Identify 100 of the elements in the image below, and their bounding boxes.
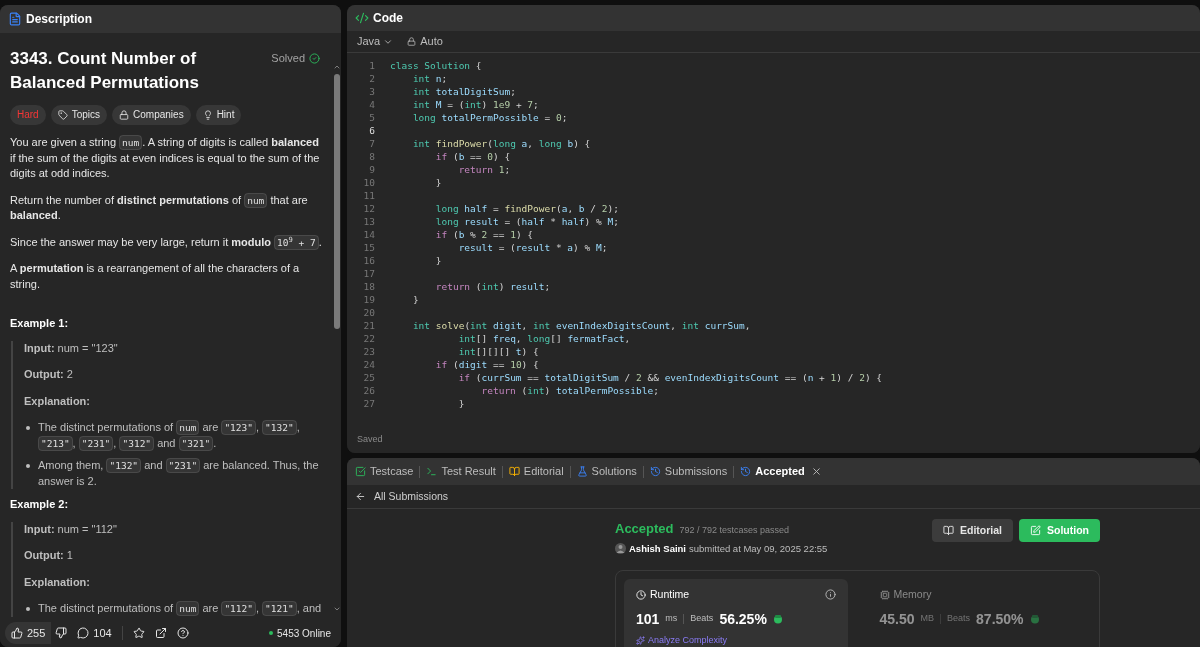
tag-button[interactable]: Topics [50, 105, 108, 125]
analyze-complexity-link[interactable]: Analyze Complexity [636, 633, 836, 647]
share-icon[interactable] [154, 627, 167, 639]
star-icon[interactable] [132, 627, 145, 639]
back-link[interactable]: All Submissions [355, 488, 449, 505]
terminal-icon [426, 466, 438, 477]
stat-value: 45.50 [879, 609, 915, 629]
code-line: long result = (half * half) % M; [434, 215, 619, 228]
bottom-tab[interactable]: Editorial [508, 463, 564, 480]
code-line: long half = findPower(a, b / 2); [434, 202, 619, 215]
beats-label: Beats [947, 612, 971, 626]
avatar [615, 543, 626, 555]
line-number: 13 [362, 215, 376, 228]
scroll-down-icon[interactable] [332, 605, 341, 613]
bottom-tab[interactable]: Accepted [740, 463, 822, 480]
scroll-up-icon[interactable] [332, 63, 341, 71]
bottom-tab[interactable]: Submissions [649, 463, 728, 480]
line-number: 2 [368, 72, 376, 85]
sparkles-icon [636, 635, 645, 645]
author-name[interactable]: Ashish Saini [629, 541, 686, 556]
line-number: 8 [368, 150, 376, 163]
stat-unit: ms [665, 612, 678, 626]
code-line: if (digit == 10) { [434, 358, 539, 371]
bottom-tab[interactable]: Test Result [426, 463, 496, 480]
line-number: 16 [362, 254, 376, 267]
line-number: 7 [368, 137, 376, 150]
output-example-text: Output: 2 [24, 367, 74, 382]
comments-button[interactable]: 104 [77, 624, 112, 642]
help-icon[interactable] [176, 627, 189, 639]
thumbs-down-icon[interactable] [55, 627, 68, 639]
check-circle-icon [309, 53, 320, 65]
like-button[interactable]: 255 [5, 622, 52, 644]
code-line: } [434, 254, 442, 267]
editorial-button[interactable]: Editorial [932, 519, 1013, 542]
line-number: 9 [368, 163, 376, 176]
bottom-tab[interactable]: Solutions [576, 463, 637, 480]
stat-unit: MB [920, 612, 935, 626]
saved-status: Saved [357, 433, 383, 447]
chip-icon [879, 589, 890, 600]
code-icon [355, 11, 369, 25]
input-example-text: Input: num = "123" [24, 340, 119, 356]
arrow-left-icon [355, 491, 366, 502]
flask-icon [576, 466, 588, 477]
code-line: int M = (int) 1e9 + 7; [411, 98, 539, 111]
beats-label: Beats [690, 612, 714, 626]
history-icon [740, 466, 752, 477]
explanation-label: Explanation: [24, 574, 91, 590]
testcases-passed: 792 / 792 testcases passed [679, 524, 790, 537]
submitted-time: submitted at May 09, 2025 22:55 [689, 541, 828, 556]
line-number: 23 [362, 345, 376, 358]
tag-button[interactable]: Companies [112, 105, 191, 125]
line-number: 19 [362, 293, 376, 306]
stat-title: Memory [879, 586, 932, 603]
code-line: result = (result * a) % M; [457, 241, 608, 254]
difficulty-badge: Hard [10, 105, 46, 125]
code-line: int solve(int digit, int evenIndexDigitsCount, int currSum, [411, 319, 751, 332]
code-line: int[][][] t) { [457, 345, 539, 358]
checkbox-icon [355, 466, 366, 477]
code-line: if (b == 0) { [434, 150, 511, 163]
info-icon[interactable] [824, 589, 836, 601]
code-line: int totalDigitSum; [411, 85, 516, 98]
lock-icon [119, 110, 130, 120]
line-number: 25 [362, 371, 376, 384]
code-line: } [457, 397, 465, 410]
stat-card[interactable]: Runtime 101 ms Beats 56.25% Analyze Complexity [624, 578, 848, 647]
close-icon[interactable] [810, 466, 822, 477]
code-line: } [411, 293, 419, 306]
input-example-text: Input: num = "112" [24, 521, 118, 537]
bottom-tab[interactable]: Testcase [355, 463, 414, 480]
stat-card[interactable]: Memory 45.50 MB Beats 87.50% [867, 578, 1091, 647]
code-line: int findPower(long a, long b) { [411, 137, 591, 150]
language-dropdown[interactable]: Java [357, 33, 394, 50]
problem-title: 3343. Count Number of Balanced Permutations [10, 48, 200, 94]
beats-percent: 56.25% [719, 609, 767, 629]
beats-percent: 87.50% [976, 609, 1024, 629]
line-number: 27 [362, 397, 376, 410]
thumbs-up-icon [11, 627, 23, 639]
panel-tab[interactable]: Code [373, 9, 403, 27]
solved-status: Solved [271, 47, 322, 67]
lightbulb-icon [202, 110, 213, 120]
code-line: return (int) totalPermPossible; [480, 384, 659, 397]
line-number: 10 [362, 176, 376, 189]
description-paragraph: Since the answer may be very large, return it modulo 10$^{9}$ + 7 . [10, 234, 322, 250]
line-number: 26 [362, 384, 376, 397]
description-paragraph: Return the number of distinct permutations of num that are balanced. [10, 192, 309, 223]
book-icon [508, 466, 520, 477]
auto-mode[interactable]: Auto [407, 33, 443, 50]
panel-tab[interactable]: Description [26, 10, 92, 28]
document-icon [8, 12, 22, 26]
explanation-bullet: The distinct permutations of num are "112" , "121" , and [38, 601, 322, 617]
description-paragraph: A permutation is a rearrangement of all the characters of a string. [10, 261, 301, 292]
comment-icon [77, 627, 90, 639]
line-number: 20 [362, 306, 376, 319]
explanation-label: Explanation: [24, 393, 91, 409]
lock-icon [407, 37, 417, 46]
tag-button[interactable]: Hint [195, 105, 242, 125]
stat-value: 101 [636, 609, 660, 629]
tag-icon [57, 110, 68, 120]
explanation-bullet: Among them, "132" and "231" are balanced. Thus, the answer is 2. [38, 458, 320, 489]
line-number: 1 [368, 59, 376, 72]
